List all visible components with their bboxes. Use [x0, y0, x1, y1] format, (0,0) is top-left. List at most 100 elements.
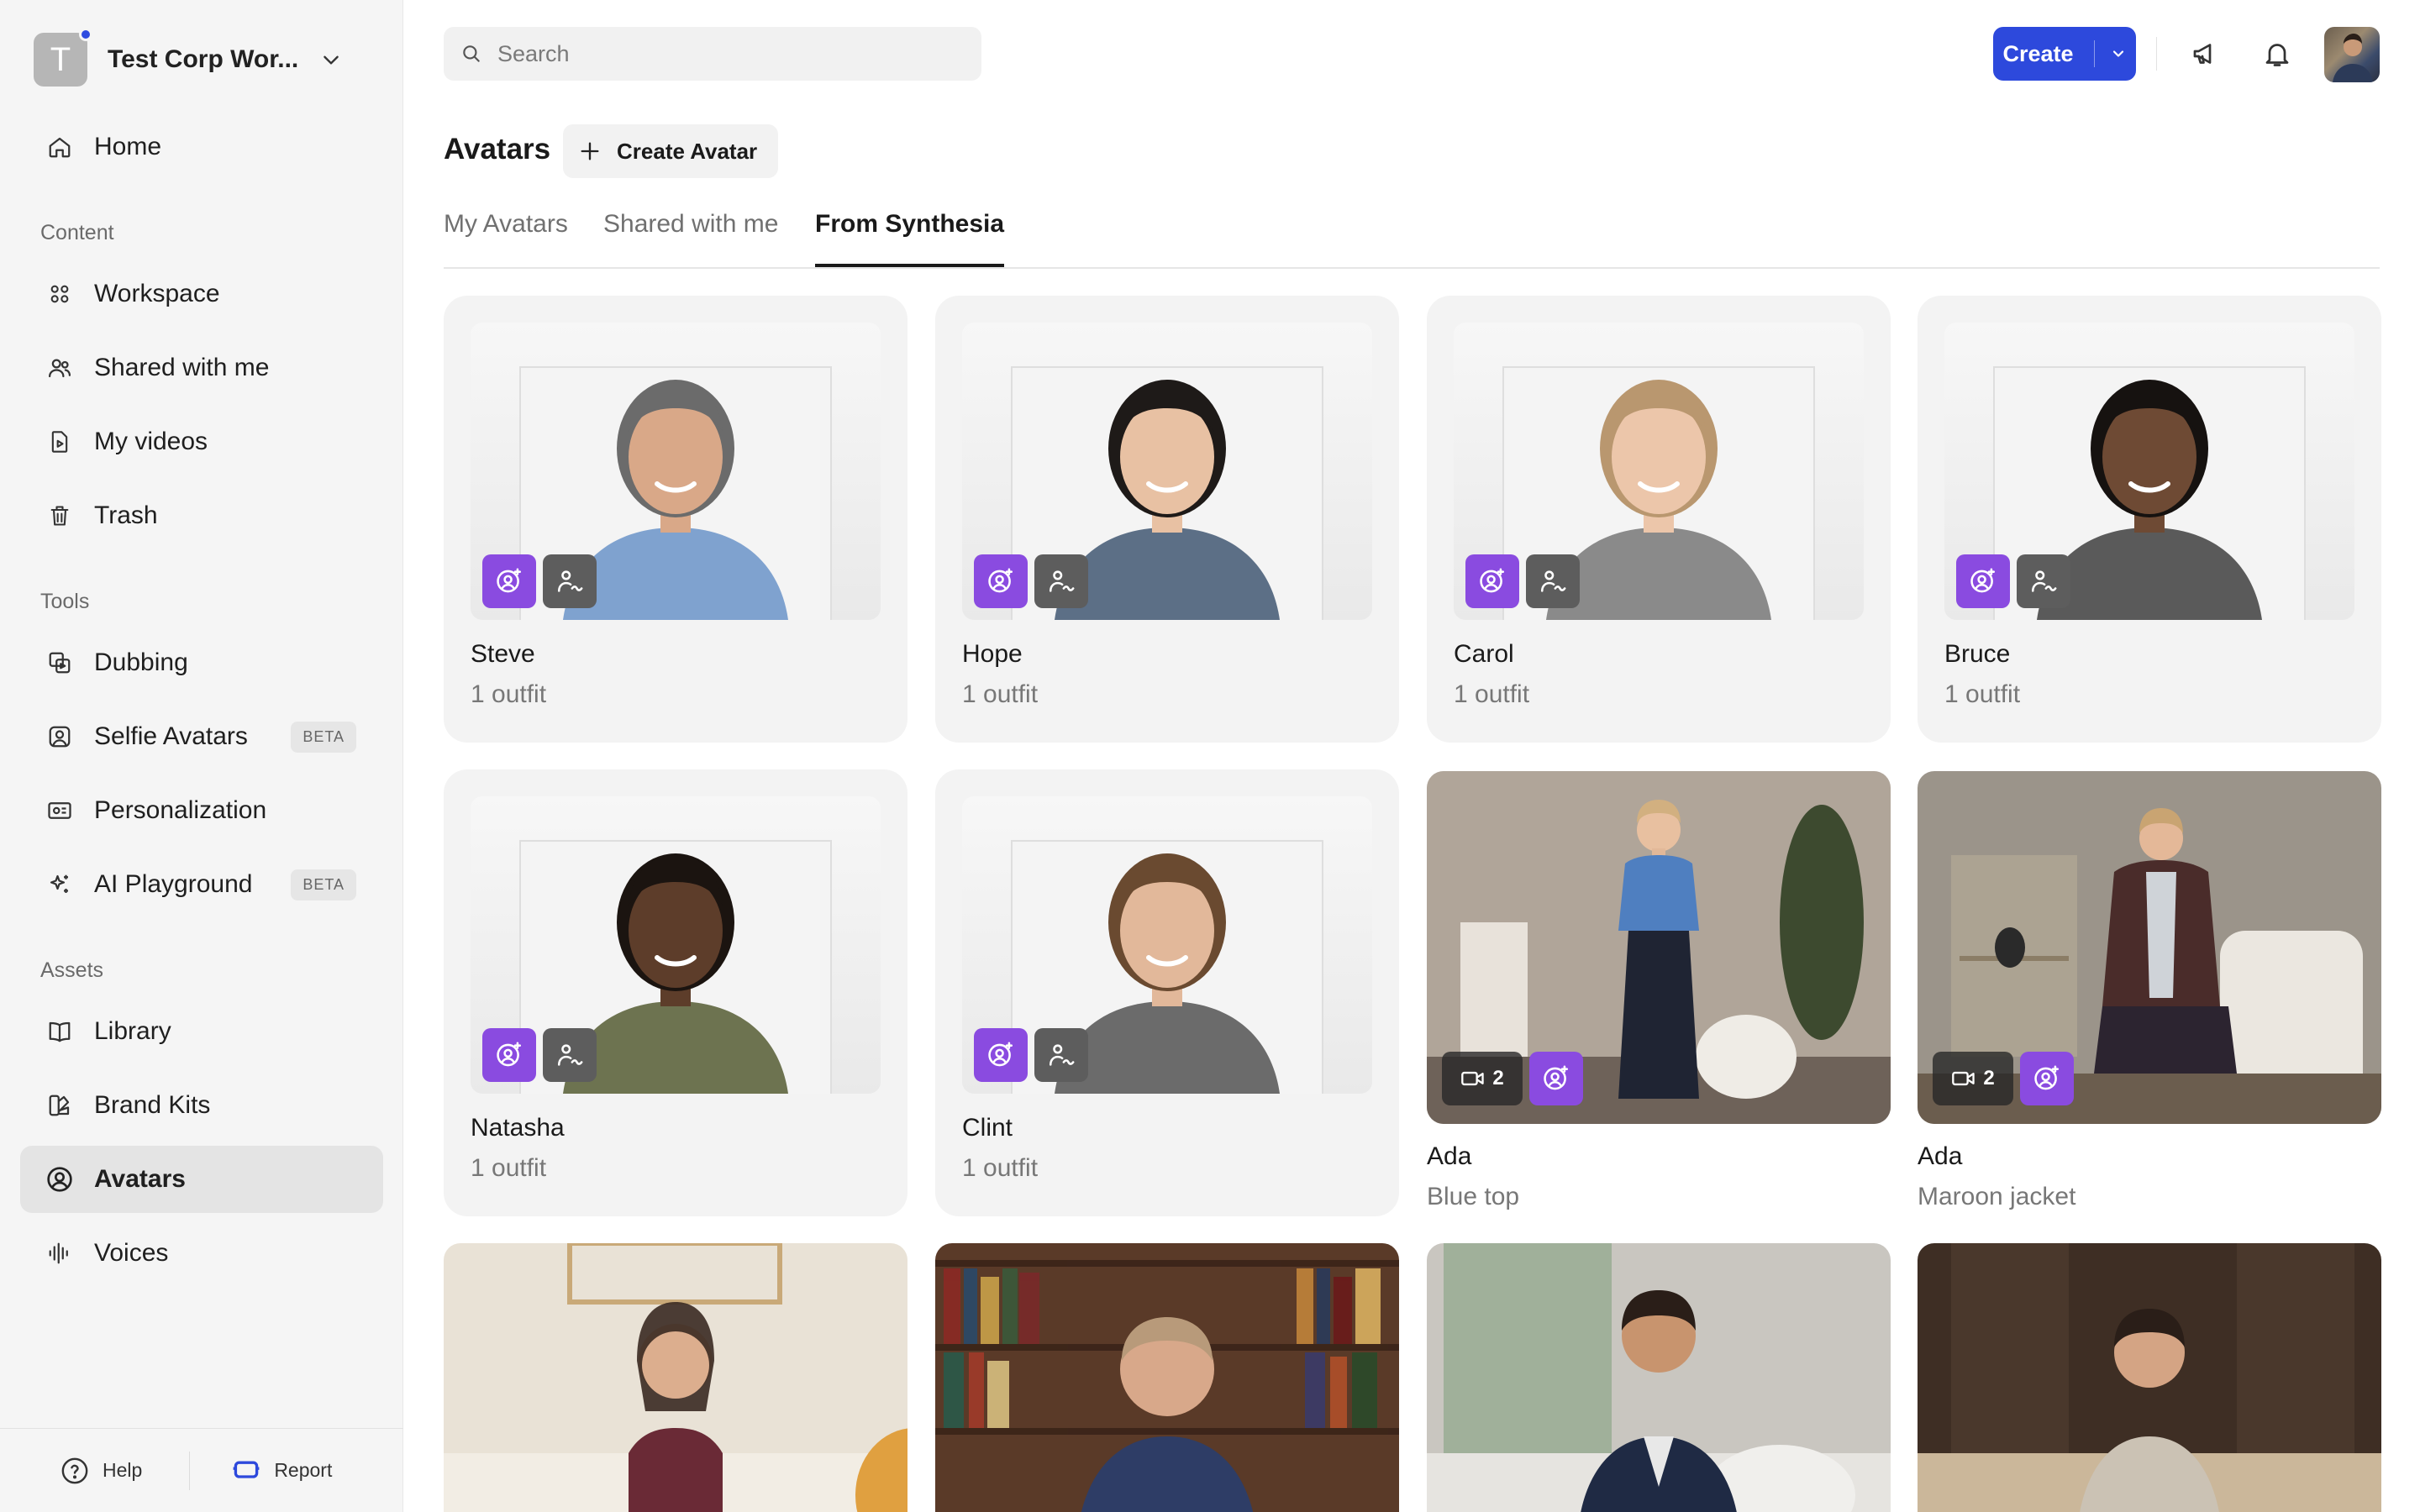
- avatar-photo: [962, 796, 1372, 1094]
- expressive-avatar-badge: [1956, 554, 2010, 608]
- nav-trash[interactable]: Trash: [20, 482, 383, 549]
- avatar-outfit-count: 1 outfit: [962, 680, 1039, 708]
- avatar-photo: [1944, 323, 2354, 620]
- avatar-outfit-count: 1 outfit: [471, 680, 547, 708]
- nav-workspace[interactable]: Workspace: [20, 260, 383, 328]
- custom-gesture-badge: [1034, 554, 1088, 608]
- avatar-name: Ada: [1918, 1142, 1963, 1170]
- avatar-card-photo[interactable]: [1918, 1243, 2381, 1512]
- avatar-card-photo[interactable]: [444, 1243, 908, 1512]
- avatar-card[interactable]: Steve 1 outfit: [444, 296, 908, 743]
- chevron-down-icon[interactable]: [2110, 45, 2127, 62]
- nav-home-label: Home: [94, 133, 162, 160]
- sidebar: T Test Corp Wor... Home Content Workspac…: [0, 0, 403, 1512]
- create-avatar-label: Create Avatar: [617, 138, 758, 164]
- report-button[interactable]: Report: [232, 1459, 332, 1483]
- nav-shared-label: Shared with me: [94, 354, 270, 381]
- avatar-card[interactable]: Bruce 1 outfit: [1918, 296, 2381, 743]
- tab-from-synthesia[interactable]: From Synthesia: [815, 210, 1005, 267]
- avatar-sparkle-icon: [1544, 1065, 1569, 1090]
- workspace-name: Test Corp Wor...: [108, 45, 299, 73]
- avatar-sparkle-icon: [1970, 568, 1996, 593]
- sparkles-icon: [45, 870, 74, 899]
- custom-gesture-badge: [543, 554, 597, 608]
- avatar-card[interactable]: Clint 1 outfit: [935, 769, 1399, 1216]
- avatar-card[interactable]: 2 Ada Blue top: [1427, 771, 1891, 1216]
- avatar-sparkle-icon: [497, 1042, 522, 1067]
- avatar-tabs: My Avatars Shared with me From Synthesia: [444, 210, 2380, 269]
- report-label: Report: [274, 1459, 333, 1481]
- brand-kit-icon: [45, 1091, 74, 1120]
- nav-brand-kits-label: Brand Kits: [94, 1091, 211, 1119]
- create-avatar-button[interactable]: Create Avatar: [563, 124, 778, 178]
- expressive-avatar-badge: [1465, 554, 1519, 608]
- user-photo: [2333, 34, 2373, 82]
- nav-avatars[interactable]: Avatars: [20, 1146, 383, 1213]
- avatar-name: Carol: [1454, 640, 1514, 668]
- notifications-button[interactable]: [2259, 35, 2296, 72]
- avatar-card[interactable]: Natasha 1 outfit: [444, 769, 908, 1216]
- tab-shared-with-me[interactable]: Shared with me: [603, 210, 778, 267]
- avatar-name: Hope: [962, 640, 1023, 668]
- avatar-photo: 2: [1918, 771, 2381, 1124]
- book-icon: [45, 1017, 74, 1046]
- create-button[interactable]: Create: [1993, 27, 2136, 81]
- avatar-name: Natasha: [471, 1114, 565, 1142]
- user-avatar[interactable]: [2324, 27, 2380, 82]
- nav-ai-playground[interactable]: AI Playground BETA: [20, 851, 383, 918]
- nav-ai-playground-label: AI Playground: [94, 870, 253, 898]
- search-input[interactable]: [497, 40, 968, 67]
- trash-icon: [45, 501, 74, 530]
- page-title: Avatars: [444, 133, 551, 165]
- avatar-card-photo[interactable]: [1427, 1243, 1891, 1512]
- gesture-icon: [557, 1044, 583, 1066]
- nav-personalization-label: Personalization: [94, 796, 267, 824]
- expressive-avatar-badge: [974, 1028, 1028, 1082]
- outfit-count-badge: 2: [1933, 1052, 2013, 1105]
- avatar-outfit-count: 1 outfit: [1944, 680, 2021, 708]
- avatar-card[interactable]: Hope 1 outfit: [935, 296, 1399, 743]
- avatar-photo: [1454, 323, 1864, 620]
- gesture-icon: [1049, 570, 1075, 592]
- avatar-card[interactable]: 2 Ada Maroon jacket: [1918, 771, 2381, 1216]
- nav-home[interactable]: Home: [20, 113, 383, 181]
- nav-selfie-avatars[interactable]: Selfie Avatars BETA: [20, 703, 383, 770]
- nav-personalization[interactable]: Personalization: [20, 777, 383, 844]
- help-button[interactable]: Help: [60, 1457, 142, 1485]
- avatar-name: Ada: [1427, 1142, 1472, 1170]
- workspace-switcher[interactable]: T Test Corp Wor...: [34, 28, 387, 89]
- avatar-outfit-caption: Blue top: [1427, 1183, 1520, 1210]
- avatar-sparkle-icon: [988, 1042, 1013, 1067]
- avatar-photo: [962, 323, 1372, 620]
- search-bar[interactable]: [444, 27, 981, 81]
- tab-my-avatars[interactable]: My Avatars: [444, 210, 568, 267]
- outfit-count: 2: [1492, 1067, 1504, 1089]
- avatar-card[interactable]: Carol 1 outfit: [1427, 296, 1891, 743]
- nav-workspace-label: Workspace: [94, 280, 220, 307]
- video-file-icon: [45, 428, 74, 456]
- beta-badge: BETA: [291, 721, 356, 753]
- outfit-count: 2: [1983, 1067, 1995, 1089]
- nav-shared[interactable]: Shared with me: [20, 334, 383, 402]
- create-button-label: Create: [2002, 40, 2074, 66]
- avatar-badges: 2: [1933, 1052, 2074, 1105]
- announcements-button[interactable]: [2186, 35, 2223, 72]
- avatar-badges: [1465, 554, 1580, 608]
- nav-voices-label: Voices: [94, 1239, 169, 1267]
- video-camera-icon: [1952, 1071, 1975, 1086]
- nav-voices[interactable]: Voices: [20, 1220, 383, 1287]
- nav-dubbing[interactable]: Dubbing: [20, 629, 383, 696]
- avatar-card-photo[interactable]: [935, 1243, 1399, 1512]
- avatar-sparkle-icon: [497, 568, 522, 593]
- avatar-badges: [974, 1028, 1088, 1082]
- help-icon: [61, 1457, 88, 1483]
- bell-icon: [2265, 44, 2289, 66]
- create-divider: [2093, 40, 2095, 67]
- avatar-sparkle-icon: [988, 568, 1013, 593]
- expressive-avatar-badge: [1529, 1052, 1583, 1105]
- nav-library-label: Library: [94, 1017, 171, 1045]
- workspace-initial: T: [50, 40, 71, 78]
- nav-library[interactable]: Library: [20, 998, 383, 1065]
- nav-my-videos[interactable]: My videos: [20, 408, 383, 475]
- nav-brand-kits[interactable]: Brand Kits: [20, 1072, 383, 1139]
